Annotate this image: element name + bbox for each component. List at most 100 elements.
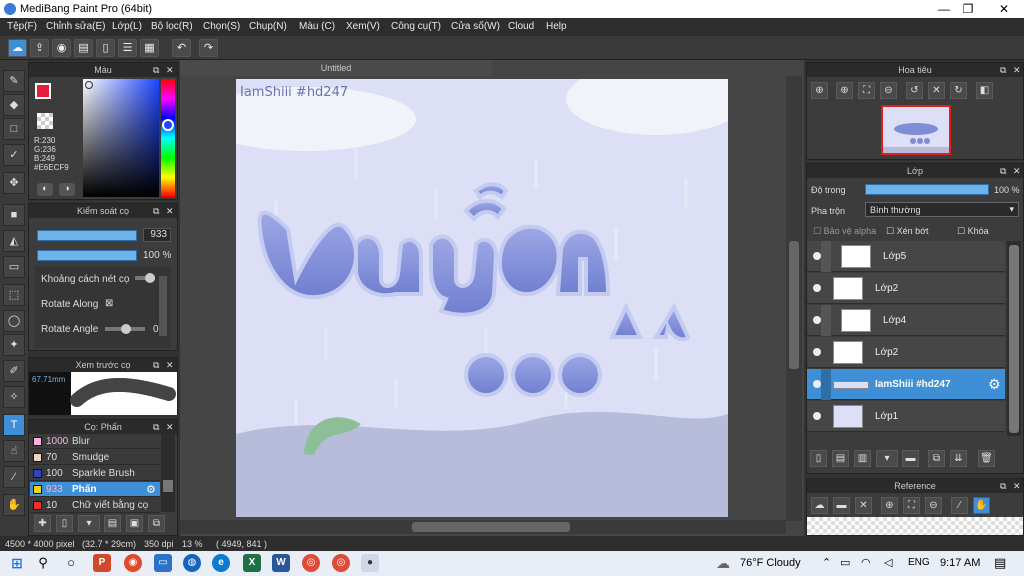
weather-text[interactable]: 76°F Cloudy [740,557,801,569]
layer-row[interactable]: Lớp4 [807,305,1005,336]
word-icon[interactable]: W [272,554,290,572]
panel-close-icon[interactable]: ✕ [166,420,174,434]
menu-select[interactable]: Chọn(S) [203,21,240,32]
protect-alpha-checkbox[interactable]: ☐ Bảo vệ alpha [813,226,876,237]
panel-close-icon[interactable]: ✕ [166,358,174,372]
menu-capture[interactable]: Chụp(N) [249,21,287,32]
maximize-button[interactable]: ❐ [948,1,988,17]
rotate-along-checkbox[interactable]: ⊠ [105,298,113,309]
notification-icon[interactable]: ▤ [994,555,1006,571]
reference-cloud-icon[interactable]: ☁ [811,497,828,514]
reference-zoom-in-icon[interactable]: ⊕ [881,497,898,514]
excel-icon[interactable]: X [243,554,261,572]
task-view-icon[interactable]: ○ [62,554,80,572]
eye-icon[interactable] [813,380,821,388]
search-icon[interactable]: ⚲ [34,554,52,572]
eye-icon[interactable] [813,316,821,324]
layer-list-scrollbar[interactable] [1007,241,1021,436]
panel-close-icon[interactable]: ✕ [1013,164,1021,178]
eraser-tool-icon[interactable]: ◆ [3,94,25,116]
text-tool-icon[interactable]: T [3,414,25,436]
menu-layer[interactable]: Lớp(L) [112,21,142,32]
blend-mode-select[interactable]: Bình thường ▾ [865,202,1019,217]
flip-icon[interactable]: ✕ [928,82,945,99]
brush-add-icon[interactable]: ✚ [34,515,51,532]
menu-filter[interactable]: Bộ lọc(R) [151,21,193,32]
brush-menu-icon[interactable]: ▾ [78,515,100,532]
panel-close-icon[interactable]: ✕ [1013,479,1021,493]
rectangle-select-icon[interactable]: □ [3,118,25,140]
chrome-icon[interactable]: ◎ [302,554,320,572]
bucket-tool-icon[interactable]: ◭ [3,230,25,252]
reference-close-icon[interactable]: ✕ [855,497,872,514]
panel-float-icon[interactable]: ⧉ [153,420,159,434]
panel-float-icon[interactable]: ⧉ [153,358,159,372]
wifi-icon[interactable]: ◠ [861,556,871,569]
canvas-horizontal-scrollbar[interactable] [180,520,786,534]
powerpoint-icon[interactable]: P [93,554,111,572]
undo-icon[interactable]: ↶ [172,39,191,57]
flip-horizontal-icon[interactable]: ◧ [976,82,993,99]
grid-icon[interactable]: ▦ [140,39,159,57]
brush-size-value[interactable]: 933 [143,228,171,242]
layer-row-active[interactable]: IamShiii #hd247 ⚙ [807,369,1005,400]
monitor-icon[interactable]: ▭ [154,554,172,572]
page-icon[interactable]: ▯ [96,39,115,57]
menu-tools[interactable]: Công cụ(T) [391,21,441,32]
reference-fit-icon[interactable]: ⛶ [903,497,920,514]
palette-add-icon[interactable]: ◑ [59,183,75,196]
menu-edit[interactable]: Chỉnh sửa(E) [46,21,106,32]
app-icon[interactable]: ◉ [124,554,142,572]
browser-icon[interactable]: ◍ [183,554,201,572]
brush-item[interactable]: 70 Smudge [30,450,160,465]
language-indicator[interactable]: ENG [908,557,930,568]
panel-float-icon[interactable]: ⧉ [1000,164,1006,178]
menu-window[interactable]: Cửa số(W) [451,21,500,32]
merge-layer-icon[interactable]: ⇊ [950,450,967,467]
network-icon[interactable]: ▭ [840,556,850,569]
layer-row[interactable]: Lớp2 [807,273,1005,304]
layer-row[interactable]: Lớp2 [807,337,1005,368]
menu-color[interactable]: Màu (C) [299,21,335,32]
panel-close-icon[interactable]: ✕ [1013,63,1021,77]
tray-up-icon[interactable]: ⌃ [822,556,831,569]
panel-float-icon[interactable]: ⧉ [153,204,159,218]
layer-opacity-slider[interactable] [865,184,989,195]
reference-zoom-out-icon[interactable]: ⊖ [925,497,942,514]
brush-new-icon[interactable]: ▯ [56,515,73,532]
brush-list-scrollbar[interactable] [161,434,175,512]
reference-hand-icon[interactable]: ✋ [973,497,990,514]
edge-icon[interactable]: e [212,554,230,572]
new-halftone-layer-icon[interactable]: ▤ [832,450,849,467]
rotate-angle-slider[interactable] [105,324,145,334]
upload-icon[interactable]: ⇪ [30,39,49,57]
move-tool-icon[interactable]: ✥ [3,172,25,194]
auto-select-icon[interactable]: ✓ [3,144,25,166]
chrome-icon-2[interactable]: ◎ [332,554,350,572]
lasso-tool-icon[interactable]: ◯ [3,310,25,332]
artwork-canvas[interactable]: IamShiii #hd247 [236,79,728,517]
clock[interactable]: 9:17 AM [940,557,980,569]
rotate-left-icon[interactable]: ↺ [906,82,923,99]
clipping-checkbox[interactable]: ☐ Xén bớt [886,226,929,237]
hue-handle[interactable] [162,119,174,131]
reference-eyedropper-icon[interactable]: ⁄ [951,497,968,514]
folder-icon[interactable]: ▬ [902,450,919,467]
fit-window-icon[interactable]: ⛶ [858,82,875,99]
select-pen-icon[interactable]: ✐ [3,360,25,382]
brush-settings-icon[interactable]: ⚙ [146,483,156,496]
zoom-fit-icon[interactable]: ⊕ [811,82,828,99]
gradient-tool-icon[interactable]: ▭ [3,256,25,278]
panel-close-icon[interactable]: ✕ [166,63,174,77]
zoom-in-icon[interactable]: ⊕ [836,82,853,99]
layer-settings-icon[interactable]: ⚙ [988,376,1001,393]
panel-close-icon[interactable]: ✕ [166,204,174,218]
operation-tool-icon[interactable]: ☝ [3,440,25,462]
zoom-out-icon[interactable]: ⊖ [880,82,897,99]
comment-icon[interactable]: ◉ [52,39,71,57]
brush-tool-icon[interactable]: ✎ [3,70,25,92]
layer-menu-icon[interactable]: ▾ [876,450,898,467]
brush-doc-icon[interactable]: ▤ [104,515,121,532]
reference-open-icon[interactable]: ▬ [833,497,850,514]
brush-opacity-slider[interactable] [37,250,137,261]
